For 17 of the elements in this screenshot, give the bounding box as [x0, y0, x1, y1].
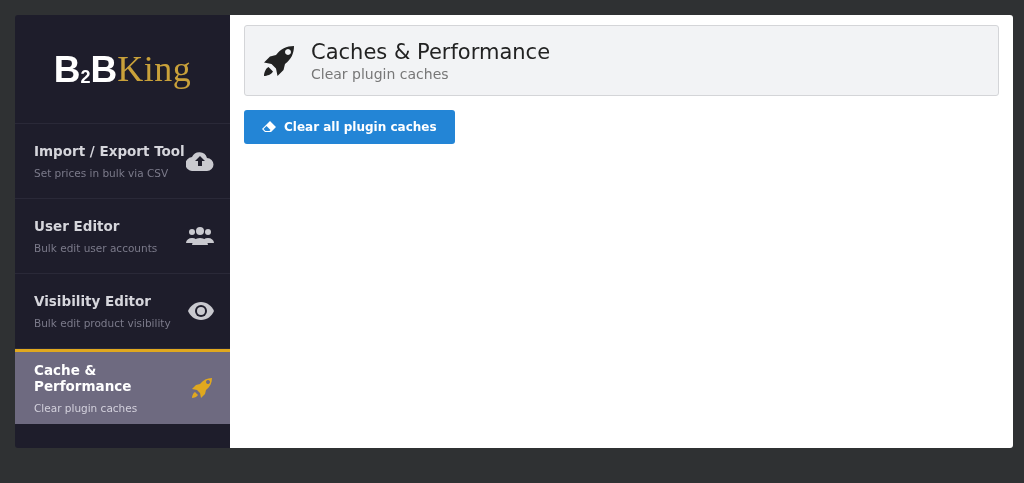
- item-subtitle: Bulk edit user accounts: [34, 242, 159, 254]
- item-subtitle: Set prices in bulk via CSV: [34, 167, 170, 179]
- item-title: Import / Export Tool: [34, 143, 186, 159]
- item-title: Cache & Performance: [34, 362, 133, 394]
- page-subtitle: Clear plugin caches: [311, 65, 450, 82]
- eye-icon: [188, 302, 214, 320]
- item-title: Visibility Editor: [34, 293, 152, 309]
- item-title: User Editor: [34, 218, 121, 234]
- eraser-icon: [262, 121, 276, 133]
- clear-caches-button[interactable]: Clear all plugin caches: [244, 110, 455, 144]
- cloud-upload-icon: [186, 151, 214, 171]
- sidebar-item[interactable]: Cache & Performance Clear plugin caches: [15, 349, 230, 424]
- item-subtitle: Bulk edit product visibility: [34, 317, 172, 329]
- rocket-icon: [190, 376, 214, 400]
- users-icon: [186, 226, 214, 246]
- page-title: Caches & Performance: [311, 39, 551, 64]
- item-subtitle: Clear plugin caches: [34, 402, 139, 414]
